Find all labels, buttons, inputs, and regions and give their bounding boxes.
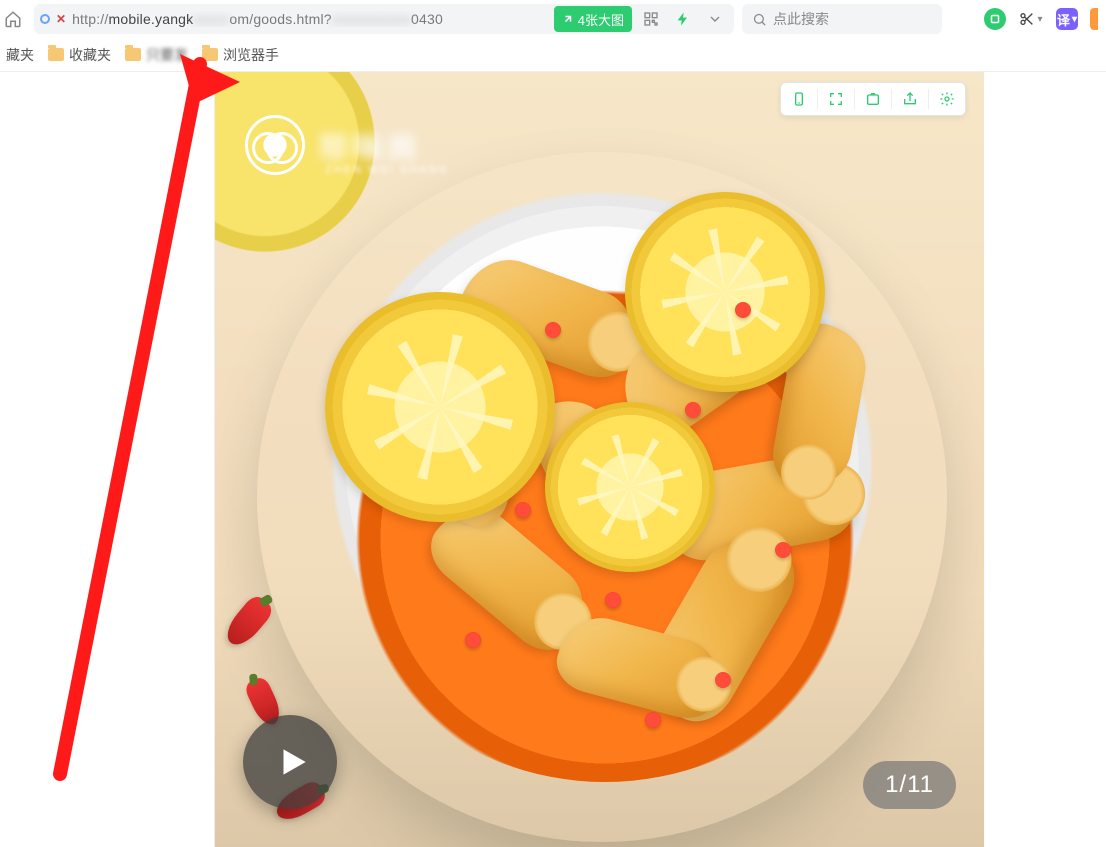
brand-logo-icon <box>245 115 305 175</box>
not-secure-icon: ✕ <box>56 12 66 26</box>
bookmark-item[interactable]: 藏夹 <box>6 45 34 65</box>
search-input[interactable]: 点此搜索 <box>742 4 942 34</box>
qr-icon[interactable] <box>638 6 664 32</box>
bolt-icon[interactable] <box>670 6 696 32</box>
extension-green-icon[interactable] <box>984 8 1006 30</box>
screenshot-icon[interactable]: ▾ <box>1018 6 1044 32</box>
address-bar[interactable]: ✕ http://mobile.yangkxxxxxom/goods.html?… <box>34 4 734 34</box>
chevron-down-icon[interactable] <box>702 6 728 32</box>
dev-toolbar <box>780 82 966 116</box>
home-icon[interactable] <box>0 10 26 28</box>
search-placeholder: 点此搜索 <box>773 9 829 29</box>
image-counter: 1/11 <box>863 761 956 809</box>
folder-icon <box>48 48 64 61</box>
play-button[interactable] <box>243 715 337 809</box>
folder-icon <box>202 48 218 61</box>
translate-icon[interactable]: 译▾ <box>1056 8 1078 30</box>
bookmark-folder[interactable]: 收藏夹 <box>48 45 111 65</box>
gear-icon[interactable] <box>933 85 961 113</box>
url-text: http://mobile.yangkxxxxxom/goods.html?xx… <box>72 11 548 27</box>
partial-orange-icon[interactable] <box>1090 8 1098 30</box>
big-image-badge[interactable]: 4张大图 <box>554 6 632 32</box>
site-info-icon[interactable] <box>40 14 50 24</box>
bookmark-folder[interactable]: 只要发 <box>125 45 188 65</box>
product-image-viewer[interactable]: 珍味尚 ZHEN WEI SHANG 1/11 <box>214 72 984 847</box>
expand-icon[interactable] <box>822 85 850 113</box>
mobile-icon[interactable] <box>785 85 813 113</box>
capture-icon[interactable] <box>859 85 887 113</box>
folder-icon <box>125 48 141 61</box>
play-icon <box>274 743 312 781</box>
search-icon <box>752 12 767 27</box>
share-icon[interactable] <box>896 85 924 113</box>
bookmarks-bar: 藏夹 收藏夹 只要发 浏览器手 <box>0 38 1106 72</box>
bookmark-folder[interactable]: 浏览器手 <box>202 45 279 65</box>
brand-watermark: 珍味尚 ZHEN WEI SHANG <box>245 112 545 178</box>
